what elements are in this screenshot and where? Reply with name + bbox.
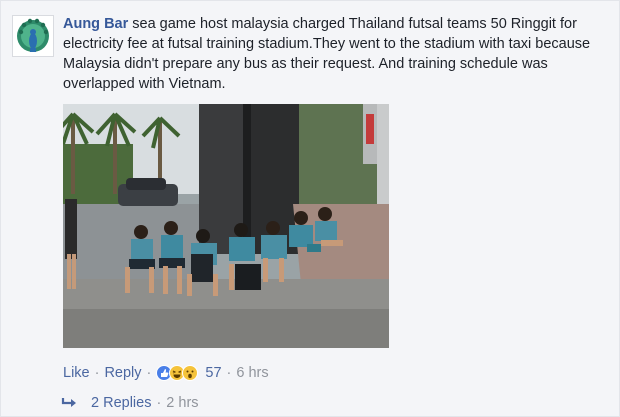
reply-link[interactable]: Reply — [104, 365, 141, 381]
replies-timestamp: 2 hrs — [166, 395, 199, 411]
separator-dot: · — [156, 395, 162, 411]
separator-dot: · — [226, 365, 232, 381]
reaction-count[interactable]: 57 — [205, 365, 221, 381]
separator-dot: · — [146, 365, 152, 381]
comment-timestamp[interactable]: 6 hrs — [236, 365, 268, 381]
view-replies-link[interactable]: 2 Replies — [91, 395, 151, 411]
photo-image — [63, 104, 389, 348]
comment-body: Aung Bar sea game host malaysia charged T… — [63, 14, 603, 94]
comment-photo[interactable] — [63, 104, 389, 348]
comment-author[interactable]: Aung Bar — [63, 16, 128, 32]
like-link[interactable]: Like — [63, 365, 90, 381]
comment-actions: Like · Reply · 57 · 6 hrs — [63, 363, 269, 383]
reply-arrow-icon — [61, 398, 76, 407]
peacock-icon — [13, 16, 53, 56]
wow-reaction-icon — [182, 365, 199, 381]
reactions-summary[interactable] — [156, 365, 199, 381]
comment-text: sea game host malaysia charged Thailand … — [63, 16, 591, 92]
avatar[interactable] — [12, 15, 54, 57]
separator-dot: · — [94, 365, 100, 381]
replies-row[interactable]: 2 Replies · 2 hrs — [61, 393, 199, 413]
comment-card: Aung Bar sea game host malaysia charged T… — [0, 0, 620, 417]
